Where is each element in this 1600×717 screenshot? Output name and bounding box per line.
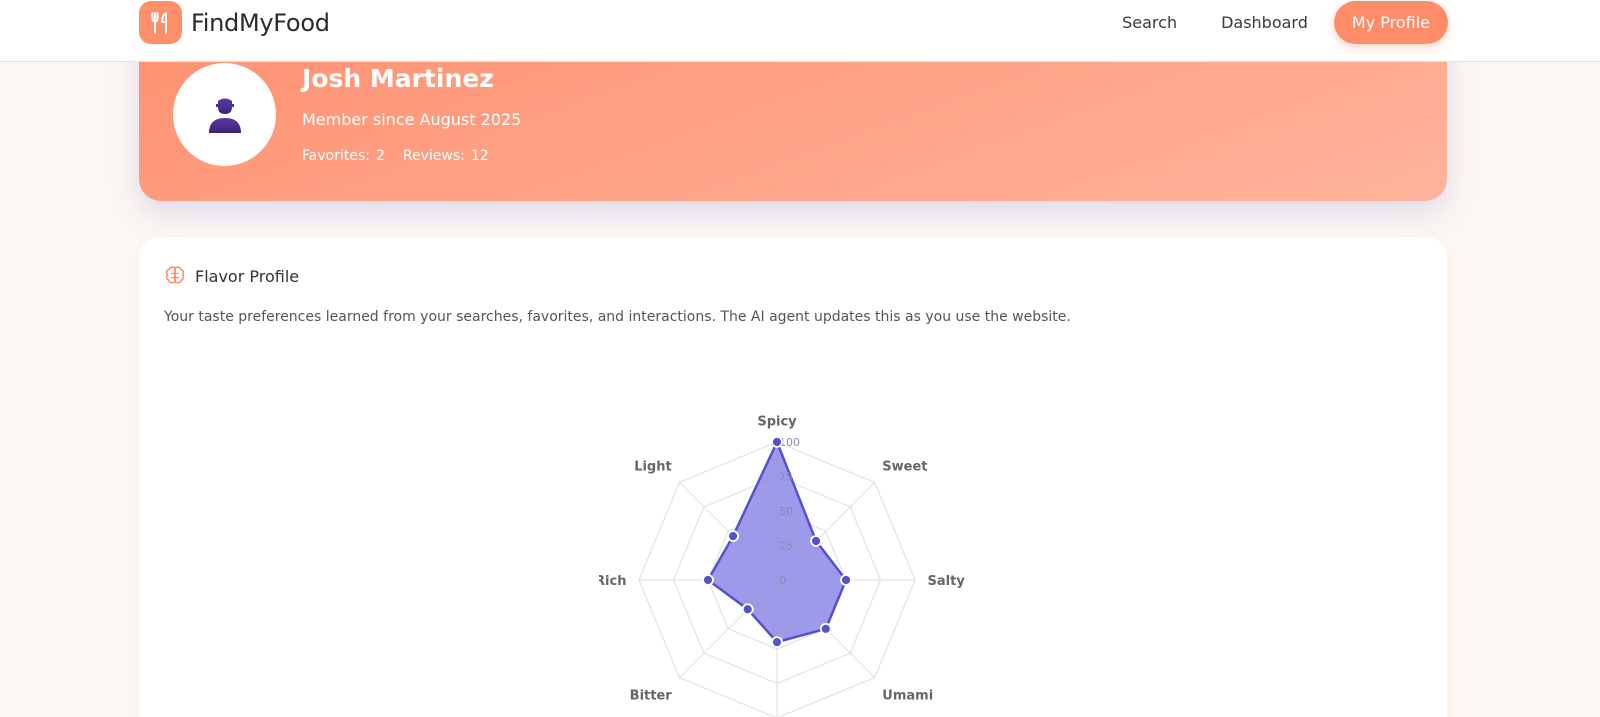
radar-tick-label: 25 [779,540,793,553]
person-icon [208,98,241,133]
radar-data-point [810,535,822,547]
avatar [173,63,276,166]
radar-category-label: Bitter [630,688,673,703]
radar-data-point [819,622,832,635]
radar-category-label: Sweet [882,460,927,475]
radar-tick-label: 0 [779,574,786,587]
brand[interactable]: FindMyFood [139,1,330,44]
radar-data-point [741,603,754,616]
fork-knife-icon [139,1,182,44]
stat-label: Reviews: [402,148,465,164]
profile-stats: Favorites: 2 Reviews: 12 [302,148,489,164]
nav-links: Search Dashboard My Profile [1100,1,1448,44]
flavor-profile-title: Flavor Profile [195,266,300,286]
flavor-radar-chart: 0255075100SpicySweetSaltyUmamiSavoryBitt… [599,414,966,717]
radar-data-point [727,530,739,542]
flavor-profile-header: Flavor Profile [164,265,299,287]
member-since: Member since August 2025 [302,110,522,129]
radar-category-label: Salty [928,574,966,589]
radar-data-point [771,636,783,649]
radar-category-label: Rich [599,574,626,589]
flavor-profile-card: Flavor Profile Your taste preferences le… [139,237,1447,717]
nav-my-profile-link[interactable]: My Profile [1333,1,1448,44]
profile-name: Josh Martinez [302,64,494,93]
radar-data-point [702,574,714,586]
radar-category-label: Light [634,460,672,475]
top-navbar: FindMyFood Search Dashboard My Profile [0,0,1600,62]
brand-name: FindMyFood [191,8,330,37]
radar-data-point [840,574,852,586]
radar-data-point [771,436,783,448]
stat-label: Favorites: [302,148,370,164]
flavor-profile-description: Your taste preferences learned from your… [164,309,1071,325]
stat-value: 12 [470,148,489,164]
nav-dashboard-link[interactable]: Dashboard [1199,1,1330,44]
radar-tick-label: 50 [779,505,793,518]
radar-tick-label: 75 [779,471,793,484]
radar-series-area [706,440,848,644]
radar-category-label: Umami [882,688,933,703]
stat-favorites: Favorites: 2 [302,148,385,164]
nav-search-link[interactable]: Search [1100,1,1199,44]
stat-value: 2 [375,148,385,164]
stat-reviews: Reviews: 12 [403,148,489,164]
radar-category-label: Spicy [757,414,797,429]
brain-icon [165,266,185,284]
